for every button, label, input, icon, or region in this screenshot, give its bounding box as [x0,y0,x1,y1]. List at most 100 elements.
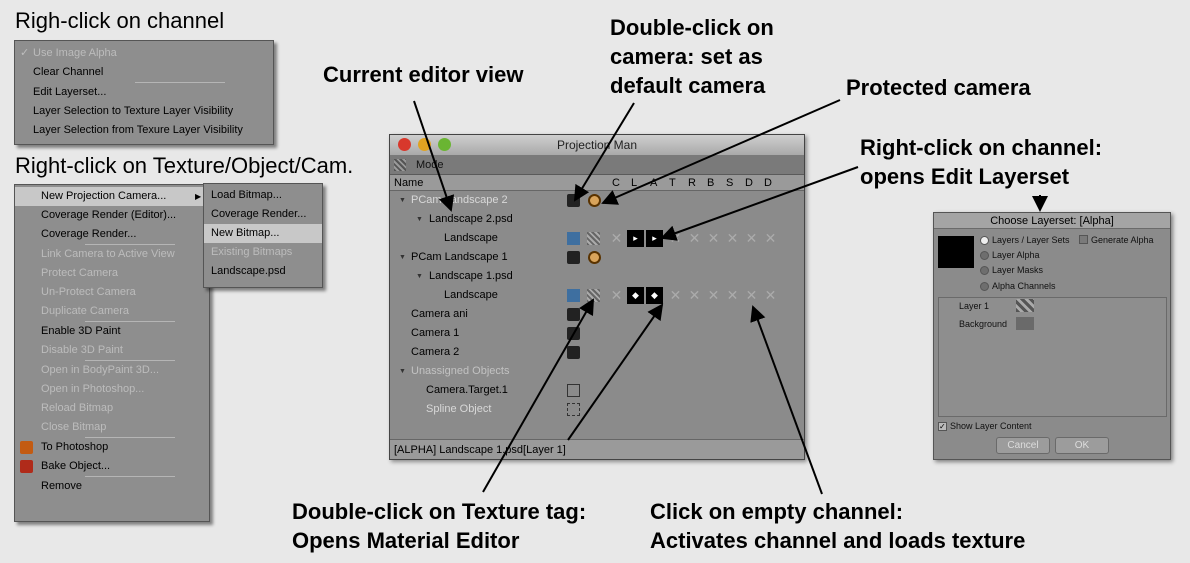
texture-tag-icon[interactable] [567,289,580,302]
empty-channel-t[interactable]: ✕ [668,288,683,303]
empty-channel-b[interactable]: ✕ [706,231,721,246]
layer-tag-icon[interactable] [587,232,600,245]
channel-header-r[interactable]: R [688,175,696,191]
menu-item-load-bitmap[interactable]: Load Bitmap... [204,186,322,205]
tree-row-spline-object[interactable]: Spline Object [390,400,804,419]
empty-channel-d2[interactable]: ✕ [763,288,778,303]
menu-item-reload-bitmap[interactable]: Reload Bitmap [15,399,209,418]
mode-menu[interactable]: Mode [416,159,444,171]
menu-item-close-bitmap[interactable]: Close Bitmap [15,418,209,437]
protected-camera-icon[interactable] [588,251,601,264]
empty-channel-d1[interactable]: ✕ [744,288,759,303]
expand-triangle-icon[interactable]: ▼ [399,191,406,210]
show-layer-content-checkbox[interactable]: ✓ [938,422,947,431]
tree-row-landscape-2-psd[interactable]: ▼ Landscape 2.psd [390,210,804,229]
empty-channel-r[interactable]: ✕ [687,231,702,246]
menu-item-new-projection-camera[interactable]: New Projection Camera... ▶ [15,187,209,206]
menu-item-disable-3d-paint[interactable]: Disable 3D Paint [15,341,209,360]
expand-triangle-icon[interactable]: ▼ [399,362,406,381]
empty-channel-c[interactable]: ✕ [609,288,624,303]
menu-item-layer-selection-from-visibility[interactable]: Layer Selection from Texure Layer Visibi… [15,121,273,140]
generate-alpha-checkbox[interactable] [1079,235,1088,244]
tree-row-landscape-2[interactable]: Landscape ✕ ▸ ▸ ✕ ✕ ✕ ✕ ✕ ✕ [390,229,804,248]
empty-channel-s[interactable]: ✕ [725,231,740,246]
protected-camera-icon[interactable] [588,194,601,207]
empty-channel-b[interactable]: ✕ [706,288,721,303]
menu-item-duplicate-camera[interactable]: Duplicate Camera [15,302,209,321]
menu-item-bake-object[interactable]: Bake Object... [15,457,209,476]
layer-tag-icon[interactable] [587,289,600,302]
empty-channel-t[interactable]: ✕ [668,231,683,246]
channel-header-s[interactable]: S [726,175,733,191]
cancel-button[interactable]: Cancel [996,437,1050,454]
channel-header-b[interactable]: B [707,175,714,191]
tree-row-landscape-1[interactable]: Landscape ✕ ◆ ◆ ✕ ✕ ✕ ✕ ✕ ✕ [390,286,804,305]
tree-row-landscape-1-psd[interactable]: ▼ Landscape 1.psd [390,267,804,286]
menu-item-enable-3d-paint[interactable]: Enable 3D Paint [15,322,209,341]
camera-tag-icon[interactable] [567,194,580,207]
menu-item-open-bodypaint[interactable]: Open in BodyPaint 3D... [15,361,209,380]
channel-header-l[interactable]: L [631,175,637,191]
menu-item-clear-channel[interactable]: Clear Channel [15,63,273,82]
channel-a-thumbnail[interactable]: ▸ [646,230,663,247]
radio-alpha-channels[interactable] [980,282,989,291]
radio-layer-masks[interactable] [980,266,989,275]
channel-header-c[interactable]: C [612,175,620,191]
grip-icon[interactable] [394,159,406,171]
tree-row-camera-2[interactable]: Camera 2 [390,343,804,362]
menu-item-remove[interactable]: Remove [15,477,209,496]
channel-header-d1[interactable]: D [745,175,753,191]
radio-layers[interactable] [980,236,989,245]
camera-tag-icon[interactable] [567,346,580,359]
menu-item-coverage-render[interactable]: Coverage Render... [15,225,209,244]
tree-row-unassigned-objects[interactable]: ▼ Unassigned Objects [390,362,804,381]
tree-row-camera-ani[interactable]: Camera ani [390,305,804,324]
tree-row-pcam-landscape-1[interactable]: ▼ PCam Landscape 1 [390,248,804,267]
empty-channel-d2[interactable]: ✕ [763,231,778,246]
window-titlebar[interactable]: Projection Man [390,135,804,155]
layer-list-item-layer-1[interactable]: Layer 1 [959,301,989,311]
menu-item-open-photoshop[interactable]: Open in Photoshop... [15,380,209,399]
menu-item-link-camera[interactable]: Link Camera to Active View [15,245,209,264]
channel-header-t[interactable]: T [669,175,676,191]
channel-header-d2[interactable]: D [764,175,772,191]
camera-tag-icon[interactable] [567,251,580,264]
tree-row-camera-1[interactable]: Camera 1 [390,324,804,343]
tree-row-camera-target[interactable]: Camera.Target.1 [390,381,804,400]
expand-triangle-icon[interactable]: ▼ [399,248,406,267]
target-tag-icon[interactable] [567,384,580,397]
menu-item-coverage-render-editor[interactable]: Coverage Render (Editor)... [15,206,209,225]
menu-item-edit-layerset[interactable]: Edit Layerset... [15,83,273,102]
minimize-window-button[interactable] [418,138,431,151]
empty-channel-r[interactable]: ✕ [687,288,702,303]
submenu-arrow-icon: ▶ [195,192,202,201]
channel-l-thumbnail[interactable]: ◆ [627,287,644,304]
expand-triangle-icon[interactable]: ▼ [416,267,423,286]
menu-item-landscape-psd[interactable]: Landscape.psd [204,262,322,281]
menu-item-to-photoshop[interactable]: To Photoshop [15,438,209,457]
menu-item-protect-camera[interactable]: Protect Camera [15,264,209,283]
layer-list-item-background[interactable]: Background [959,319,1007,329]
zoom-window-button[interactable] [438,138,451,151]
texture-tag-icon[interactable] [567,232,580,245]
spline-tag-icon[interactable] [567,403,580,416]
name-column-header[interactable]: Name [394,175,423,191]
channel-header-a[interactable]: A [650,175,657,191]
menu-item-new-bitmap[interactable]: New Bitmap... [204,224,322,243]
channel-a-thumbnail[interactable]: ◆ [646,287,663,304]
close-window-button[interactable] [398,138,411,151]
empty-channel-c[interactable]: ✕ [609,231,624,246]
channel-l-thumbnail[interactable]: ▸ [627,230,644,247]
ok-button[interactable]: OK [1055,437,1109,454]
empty-channel-d1[interactable]: ✕ [744,231,759,246]
menu-item-sub-coverage-render[interactable]: Coverage Render... [204,205,322,224]
menu-item-unprotect-camera[interactable]: Un-Protect Camera [15,283,209,302]
menu-item-use-image-alpha[interactable]: ✓ Use Image Alpha [15,44,273,63]
camera-tag-icon[interactable] [567,327,580,340]
expand-triangle-icon[interactable]: ▼ [416,210,423,229]
radio-layer-alpha[interactable] [980,251,989,260]
menu-item-layer-selection-to-visibility[interactable]: Layer Selection to Texture Layer Visibil… [15,102,273,121]
empty-channel-s[interactable]: ✕ [725,288,740,303]
tree-row-pcam-landscape-2[interactable]: ▼ PCam Landscape 2 [390,191,804,210]
camera-tag-icon[interactable] [567,308,580,321]
